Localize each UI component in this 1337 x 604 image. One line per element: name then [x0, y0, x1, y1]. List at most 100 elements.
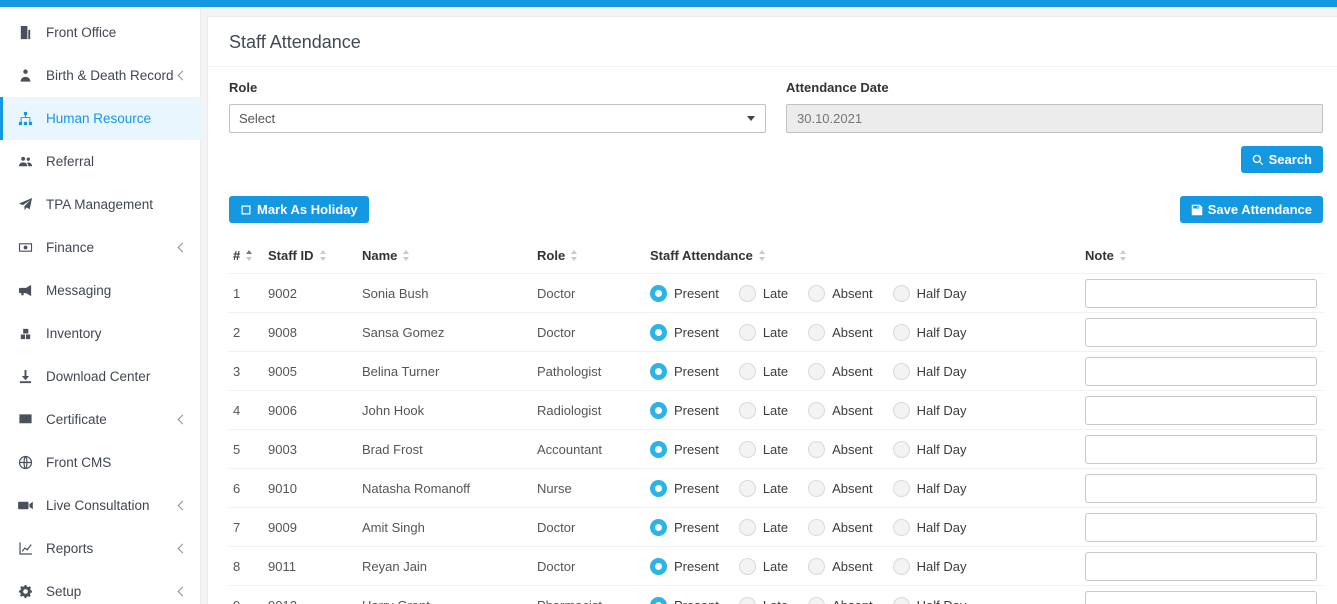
attendance-option-half-day[interactable]: Half Day [893, 597, 967, 604]
attendance-option-present[interactable]: Present [650, 519, 719, 536]
attendance-option-absent[interactable]: Absent [808, 558, 872, 575]
attendance-option-absent[interactable]: Absent [808, 324, 872, 341]
search-button[interactable]: Search [1241, 146, 1323, 173]
attendance-option-absent[interactable]: Absent [808, 441, 872, 458]
attendance-option-present[interactable]: Present [650, 324, 719, 341]
attendance-radio-late[interactable] [739, 324, 756, 341]
attendance-radio-present[interactable] [650, 363, 667, 380]
sidebar-item-live-consultation[interactable]: Live Consultation [0, 484, 201, 527]
sidebar-item-inventory[interactable]: Inventory [0, 312, 201, 355]
attendance-radio-late[interactable] [739, 519, 756, 536]
sidebar-item-setup[interactable]: Setup [0, 570, 201, 604]
note-input[interactable] [1085, 357, 1317, 386]
mark-as-holiday-button[interactable]: Mark As Holiday [229, 196, 369, 223]
attendance-radio-absent[interactable] [808, 480, 825, 497]
attendance-radio-absent[interactable] [808, 441, 825, 458]
attendance-option-late[interactable]: Late [739, 519, 788, 536]
sidebar-item-human-resource[interactable]: Human Resource [0, 97, 201, 140]
attendance-option-half-day[interactable]: Half Day [893, 480, 967, 497]
sidebar-item-messaging[interactable]: Messaging [0, 269, 201, 312]
attendance-radio-half-day[interactable] [893, 363, 910, 380]
attendance-option-half-day[interactable]: Half Day [893, 285, 967, 302]
attendance-radio-present[interactable] [650, 519, 667, 536]
note-input[interactable] [1085, 279, 1317, 308]
attendance-option-late[interactable]: Late [739, 285, 788, 302]
attendance-radio-absent[interactable] [808, 324, 825, 341]
attendance-radio-half-day[interactable] [893, 558, 910, 575]
sidebar-item-front-cms[interactable]: Front CMS [0, 441, 201, 484]
role-select[interactable]: Select [229, 104, 766, 133]
attendance-option-half-day[interactable]: Half Day [893, 558, 967, 575]
attendance-radio-half-day[interactable] [893, 441, 910, 458]
column-header-note[interactable]: Note [1085, 248, 1323, 263]
note-input[interactable] [1085, 435, 1317, 464]
attendance-option-late[interactable]: Late [739, 324, 788, 341]
sidebar-item-front-office[interactable]: Front Office [0, 11, 201, 54]
attendance-option-present[interactable]: Present [650, 597, 719, 604]
sidebar-item-reports[interactable]: Reports [0, 527, 201, 570]
attendance-radio-half-day[interactable] [893, 597, 910, 604]
attendance-option-half-day[interactable]: Half Day [893, 402, 967, 419]
column-header-name[interactable]: Name [362, 248, 537, 263]
attendance-option-late[interactable]: Late [739, 558, 788, 575]
attendance-radio-late[interactable] [739, 558, 756, 575]
attendance-option-present[interactable]: Present [650, 285, 719, 302]
attendance-option-absent[interactable]: Absent [808, 402, 872, 419]
attendance-option-present[interactable]: Present [650, 441, 719, 458]
attendance-radio-half-day[interactable] [893, 480, 910, 497]
attendance-option-late[interactable]: Late [739, 363, 788, 380]
sidebar-item-birth-death-record[interactable]: Birth & Death Record [0, 54, 201, 97]
attendance-radio-absent[interactable] [808, 285, 825, 302]
attendance-radio-present[interactable] [650, 558, 667, 575]
attendance-radio-late[interactable] [739, 597, 756, 604]
attendance-option-absent[interactable]: Absent [808, 519, 872, 536]
attendance-option-half-day[interactable]: Half Day [893, 441, 967, 458]
note-input[interactable] [1085, 396, 1317, 425]
attendance-radio-late[interactable] [739, 285, 756, 302]
note-input[interactable] [1085, 513, 1317, 542]
attendance-radio-present[interactable] [650, 441, 667, 458]
attendance-radio-absent[interactable] [808, 558, 825, 575]
note-input[interactable] [1085, 318, 1317, 347]
attendance-option-half-day[interactable]: Half Day [893, 324, 967, 341]
column-header-num[interactable]: # [229, 248, 268, 263]
attendance-radio-half-day[interactable] [893, 519, 910, 536]
attendance-option-late[interactable]: Late [739, 597, 788, 604]
attendance-radio-present[interactable] [650, 324, 667, 341]
column-header-staff-attendance[interactable]: Staff Attendance [650, 248, 1085, 263]
sidebar-item-referral[interactable]: Referral [0, 140, 201, 183]
column-header-role[interactable]: Role [537, 248, 650, 263]
attendance-radio-half-day[interactable] [893, 324, 910, 341]
sidebar-item-tpa-management[interactable]: TPA Management [0, 183, 201, 226]
attendance-option-late[interactable]: Late [739, 441, 788, 458]
attendance-radio-absent[interactable] [808, 402, 825, 419]
attendance-radio-present[interactable] [650, 597, 667, 604]
column-header-staff-id[interactable]: Staff ID [268, 248, 362, 263]
attendance-option-absent[interactable]: Absent [808, 480, 872, 497]
attendance-radio-absent[interactable] [808, 597, 825, 604]
attendance-option-absent[interactable]: Absent [808, 285, 872, 302]
attendance-radio-late[interactable] [739, 480, 756, 497]
attendance-date-input[interactable] [786, 104, 1323, 133]
attendance-option-present[interactable]: Present [650, 363, 719, 380]
attendance-radio-present[interactable] [650, 480, 667, 497]
attendance-radio-absent[interactable] [808, 519, 825, 536]
attendance-radio-late[interactable] [739, 441, 756, 458]
note-input[interactable] [1085, 591, 1317, 604]
attendance-radio-late[interactable] [739, 402, 756, 419]
attendance-option-present[interactable]: Present [650, 480, 719, 497]
note-input[interactable] [1085, 552, 1317, 581]
attendance-option-half-day[interactable]: Half Day [893, 519, 967, 536]
attendance-radio-half-day[interactable] [893, 285, 910, 302]
attendance-radio-present[interactable] [650, 285, 667, 302]
attendance-option-present[interactable]: Present [650, 402, 719, 419]
attendance-option-present[interactable]: Present [650, 558, 719, 575]
attendance-radio-late[interactable] [739, 363, 756, 380]
attendance-option-late[interactable]: Late [739, 480, 788, 497]
sidebar-item-download-center[interactable]: Download Center [0, 355, 201, 398]
attendance-option-absent[interactable]: Absent [808, 597, 872, 604]
attendance-radio-half-day[interactable] [893, 402, 910, 419]
note-input[interactable] [1085, 474, 1317, 503]
attendance-option-absent[interactable]: Absent [808, 363, 872, 380]
sidebar-item-finance[interactable]: Finance [0, 226, 201, 269]
